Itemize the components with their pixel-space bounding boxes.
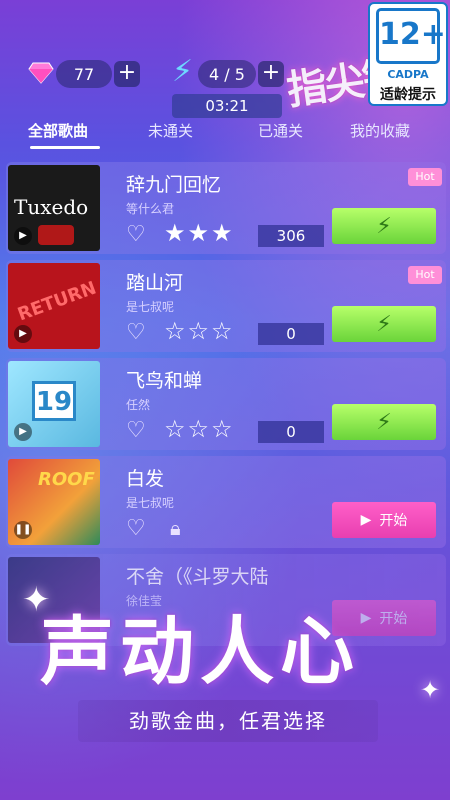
song-score: 306 — [258, 225, 324, 247]
favorite-heart-icon[interactable]: ♡ — [126, 420, 146, 442]
energy-count: 4 / 5 — [198, 60, 256, 88]
active-tab-indicator — [30, 146, 100, 149]
star-rating: ★★★ — [164, 219, 235, 247]
play-preview-icon[interactable]: ▶ — [14, 227, 32, 245]
lightning-icon: ⚡ — [376, 213, 392, 239]
tab-all-songs[interactable]: 全部歌曲 — [28, 120, 88, 141]
star-rating: ☆☆☆ — [164, 415, 235, 443]
sparkle-decoration: ✦ — [420, 676, 441, 704]
song-title: 踏山河 — [126, 272, 184, 294]
age-rating: 12+ — [376, 8, 446, 64]
lock-icon: 🔒︎ — [170, 516, 181, 540]
cover-text: RETURN — [14, 277, 100, 326]
favorite-heart-icon[interactable]: ♡ — [126, 518, 146, 540]
start-label: 开始 — [379, 513, 408, 529]
hot-badge: Hot — [408, 168, 442, 186]
song-artist: 是七叔呢 — [126, 300, 175, 314]
play-song-button[interactable]: ⚡ — [332, 208, 436, 244]
cover-art — [38, 225, 74, 245]
promo-subline: 劲歌金曲，任君选择 — [78, 700, 378, 742]
start-video-button[interactable]: ▶︎ 开始 — [332, 502, 436, 538]
promo-headline: 声动人心 — [40, 609, 360, 695]
age-rating-org: CADPA — [387, 68, 429, 81]
video-camera-icon: ▶︎ — [360, 512, 372, 528]
favorite-heart-icon[interactable]: ♡ — [126, 322, 146, 344]
play-preview-icon[interactable]: ▶ — [14, 325, 32, 343]
play-song-button[interactable]: ⚡ — [332, 306, 436, 342]
album-cover: RETURN ▶ — [8, 263, 100, 349]
diamond-icon — [28, 62, 54, 84]
age-rating-label: 适龄提示 — [380, 87, 436, 103]
favorite-heart-icon[interactable]: ♡ — [126, 224, 146, 246]
song-title: 不舍（《斗罗大陆 — [126, 566, 269, 588]
cover-text: ROOF — [38, 469, 95, 490]
video-camera-icon: ▶︎ — [360, 610, 372, 626]
song-row[interactable]: ROOF ❚❚ 白发 是七叔呢 ♡ 🔒︎ ▶︎ 开始 — [6, 456, 446, 548]
add-gems-button[interactable]: + — [114, 61, 140, 87]
song-title: 飞鸟和蝉 — [126, 370, 203, 392]
start-label: 开始 — [379, 611, 408, 627]
play-song-button[interactable]: ⚡ — [332, 404, 436, 440]
song-artist: 任然 — [126, 398, 151, 412]
cover-text: 19 — [32, 381, 76, 421]
album-cover: ROOF ❚❚ — [8, 459, 100, 545]
song-tabs: 全部歌曲 未通关 已通关 我的收藏 — [0, 120, 450, 150]
song-score: 0 — [258, 421, 324, 443]
star-rating: ☆☆☆ — [164, 317, 235, 345]
gem-count: 77 — [56, 60, 112, 88]
age-rating-badge: 12+ CADPA 适龄提示 — [368, 2, 448, 106]
play-preview-icon[interactable]: ▶ — [14, 423, 32, 441]
album-cover: 19 ▶ — [8, 361, 100, 447]
song-row[interactable]: Tuxedo ▶ 辞九门回忆 等什么君 ♡ ★★★ 306 Hot ⚡ — [6, 162, 446, 254]
cover-text: Tuxedo — [14, 195, 89, 219]
album-cover: Tuxedo ▶ — [8, 165, 100, 251]
lightning-icon: ⚡ — [376, 311, 392, 337]
song-title: 白发 — [126, 468, 165, 490]
song-artist: 是七叔呢 — [126, 496, 175, 510]
pause-preview-icon[interactable]: ❚❚ — [14, 521, 32, 539]
song-artist: 等什么君 — [126, 202, 175, 216]
energy-bolt-icon: ⚡ — [172, 54, 194, 89]
tab-favorites[interactable]: 我的收藏 — [350, 120, 410, 141]
song-row[interactable]: RETURN ▶ 踏山河 是七叔呢 ♡ ☆☆☆ 0 Hot ⚡ — [6, 260, 446, 352]
energy-timer: 03:21 — [172, 94, 282, 118]
tab-uncleared[interactable]: 未通关 — [148, 120, 193, 141]
hot-badge: Hot — [408, 266, 442, 284]
lightning-icon: ⚡ — [376, 409, 392, 435]
add-energy-button[interactable]: + — [258, 61, 284, 87]
song-row[interactable]: 19 ▶ 飞鸟和蝉 任然 ♡ ☆☆☆ 0 ⚡ — [6, 358, 446, 450]
song-score: 0 — [258, 323, 324, 345]
song-title: 辞九门回忆 — [126, 174, 222, 196]
tab-cleared[interactable]: 已通关 — [258, 120, 303, 141]
